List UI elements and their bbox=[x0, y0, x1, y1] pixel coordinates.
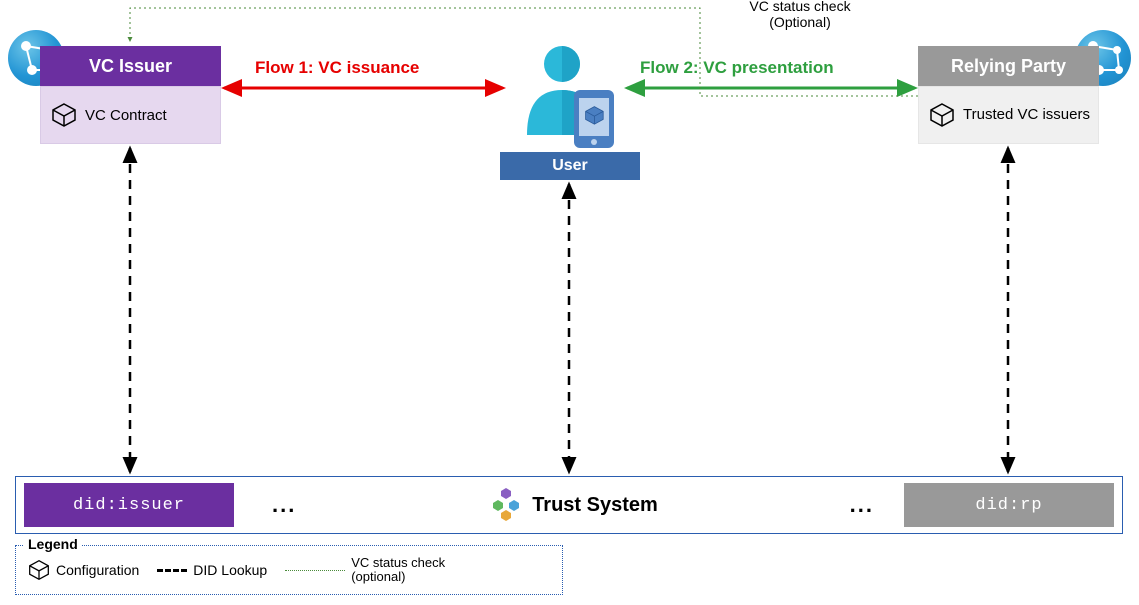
vc-issuer-body: VC Contract bbox=[40, 86, 221, 144]
legend-configuration-text: Configuration bbox=[56, 562, 139, 578]
ellipsis: ... bbox=[820, 492, 904, 518]
relying-party-title: Relying Party bbox=[951, 56, 1066, 77]
vc-contract-label: VC Contract bbox=[85, 107, 167, 124]
trusted-issuers-label: Trusted VC issuers bbox=[963, 107, 1090, 124]
legend-item-status-check: VC status check (optional) bbox=[285, 556, 445, 585]
did-issuer-box: did:issuer bbox=[24, 483, 234, 527]
user-label-text: User bbox=[552, 157, 588, 175]
relying-party-header: Relying Party bbox=[918, 46, 1099, 86]
ellipsis: ... bbox=[242, 492, 326, 518]
did-rp-box: did:rp bbox=[904, 483, 1114, 527]
legend-box: Legend Configuration DID Lookup VC statu… bbox=[15, 545, 563, 595]
trust-cubes-icon bbox=[488, 487, 524, 523]
cube-icon bbox=[51, 102, 77, 128]
legend-status-line2: (optional) bbox=[351, 570, 445, 584]
vc-issuer-title: VC Issuer bbox=[89, 56, 172, 77]
status-check-line1: VC status check bbox=[725, 0, 875, 14]
trust-system-text: Trust System bbox=[532, 494, 658, 517]
flow2-label: Flow 2: VC presentation bbox=[640, 58, 834, 78]
vc-status-check-label: VC status check (Optional) bbox=[725, 0, 875, 30]
trust-system-label: Trust System bbox=[488, 487, 658, 523]
legend-did-lookup-text: DID Lookup bbox=[193, 562, 267, 578]
flow1-label: Flow 1: VC issuance bbox=[255, 58, 419, 78]
cube-icon bbox=[929, 102, 955, 128]
user-icon bbox=[512, 40, 632, 155]
dash-line-icon bbox=[157, 569, 187, 572]
cube-icon bbox=[28, 559, 50, 581]
status-check-line2: (Optional) bbox=[725, 14, 875, 30]
relying-party-body: Trusted VC issuers bbox=[918, 86, 1099, 144]
legend-item-did-lookup: DID Lookup bbox=[157, 562, 267, 578]
legend-status-line1: VC status check bbox=[351, 556, 445, 570]
vc-issuer-header: VC Issuer bbox=[40, 46, 221, 86]
legend-title: Legend bbox=[24, 536, 82, 552]
user-label: User bbox=[500, 152, 640, 180]
legend-item-configuration: Configuration bbox=[28, 559, 139, 581]
dotted-line-icon bbox=[285, 570, 345, 571]
trust-system-bar: did:issuer ... Trust System ... did:rp bbox=[15, 476, 1123, 534]
